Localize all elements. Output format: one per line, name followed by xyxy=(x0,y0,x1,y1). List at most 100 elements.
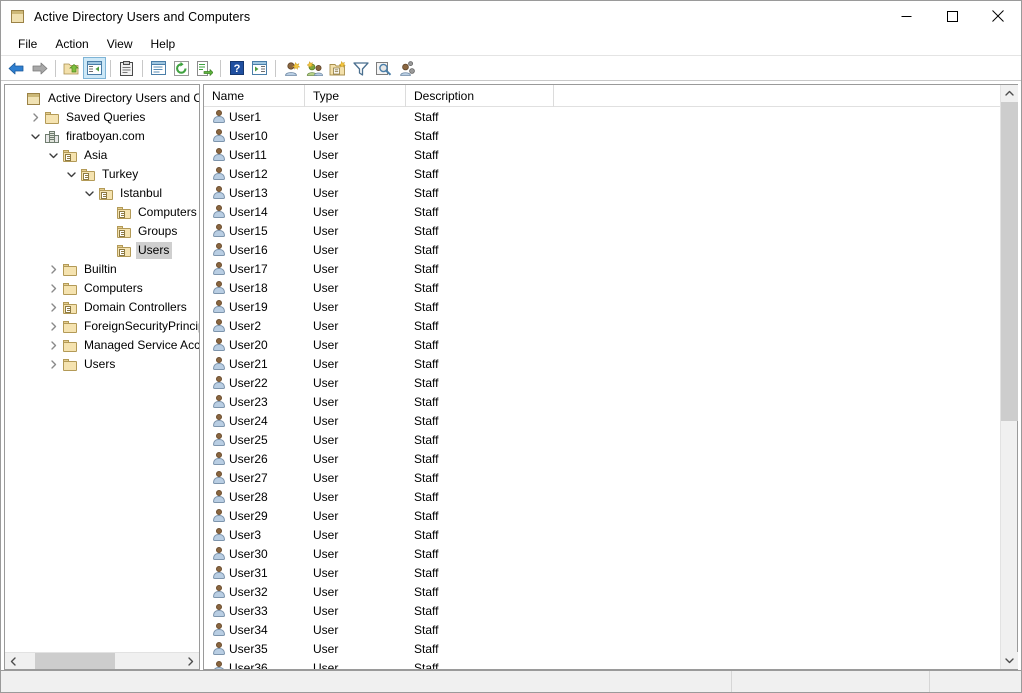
expander-collapsed-icon[interactable] xyxy=(45,262,61,278)
expander-collapsed-icon[interactable] xyxy=(45,281,61,297)
list-row[interactable]: User26 User Staff xyxy=(204,449,1000,468)
show-hide-action-pane-icon[interactable] xyxy=(248,57,271,79)
tree-node-firatboyan-com[interactable]: firatboyan.com xyxy=(5,127,199,146)
tree-node-computers[interactable]: Computers xyxy=(5,279,199,298)
scroll-up-arrow[interactable] xyxy=(1001,85,1018,102)
menu-view[interactable]: View xyxy=(98,34,142,54)
list-row[interactable]: User24 User Staff xyxy=(204,411,1000,430)
properties-clipboard-icon[interactable] xyxy=(115,57,138,79)
folder-icon xyxy=(62,357,78,373)
tree-node-turkey[interactable]: Turkey xyxy=(5,165,199,184)
list-row[interactable]: User2 User Staff xyxy=(204,316,1000,335)
expander-collapsed-icon[interactable] xyxy=(45,319,61,335)
list-row[interactable]: User13 User Staff xyxy=(204,183,1000,202)
find-icon[interactable] xyxy=(372,57,395,79)
window-title: Active Directory Users and Computers xyxy=(34,9,251,24)
list-row[interactable]: User15 User Staff xyxy=(204,221,1000,240)
list-row[interactable]: User11 User Staff xyxy=(204,145,1000,164)
list-row[interactable]: User14 User Staff xyxy=(204,202,1000,221)
maximize-button[interactable] xyxy=(929,1,975,31)
list-row[interactable]: User29 User Staff xyxy=(204,506,1000,525)
cell-type: User xyxy=(313,489,339,504)
expander-collapsed-icon[interactable] xyxy=(45,338,61,354)
expander-expanded-icon[interactable] xyxy=(81,186,97,202)
tree-node-saved-queries[interactable]: Saved Queries xyxy=(5,108,199,127)
back-icon[interactable] xyxy=(5,57,28,79)
expander-collapsed-icon[interactable] xyxy=(27,110,43,126)
list-row[interactable]: User10 User Staff xyxy=(204,126,1000,145)
list-row[interactable]: User31 User Staff xyxy=(204,563,1000,582)
properties-icon[interactable] xyxy=(147,57,170,79)
list-row[interactable]: User28 User Staff xyxy=(204,487,1000,506)
list-row[interactable]: User22 User Staff xyxy=(204,373,1000,392)
list-row[interactable]: User30 User Staff xyxy=(204,544,1000,563)
expander-expanded-icon[interactable] xyxy=(63,167,79,183)
refresh-icon[interactable] xyxy=(170,57,193,79)
list-row[interactable]: User21 User Staff xyxy=(204,354,1000,373)
tree-node-foreignsecurityprincipals[interactable]: ForeignSecurityPrincipals xyxy=(5,317,199,336)
list-row[interactable]: User23 User Staff xyxy=(204,392,1000,411)
column-header-description[interactable]: Description xyxy=(406,85,554,107)
tree-node-builtin[interactable]: Builtin xyxy=(5,260,199,279)
tree-node-groups[interactable]: Groups xyxy=(5,222,199,241)
menu-file[interactable]: File xyxy=(9,34,46,54)
tree-hscroll-thumb[interactable] xyxy=(34,653,115,669)
new-group-icon[interactable] xyxy=(303,57,326,79)
new-user-icon[interactable] xyxy=(280,57,303,79)
show-hide-console-tree-icon[interactable] xyxy=(83,57,106,79)
scroll-down-arrow[interactable] xyxy=(1001,652,1018,669)
expander-expanded-icon[interactable] xyxy=(27,129,43,145)
tree-node-label: Users xyxy=(136,242,173,259)
tree-node-computers[interactable]: Computers xyxy=(5,203,199,222)
user-icon xyxy=(212,223,226,238)
up-one-level-icon[interactable] xyxy=(60,57,83,79)
tree-node-active-directory-users-and-com[interactable]: Active Directory Users and Com xyxy=(5,89,199,108)
list-row[interactable]: User18 User Staff xyxy=(204,278,1000,297)
tree-horizontal-scrollbar[interactable] xyxy=(5,652,199,669)
user-icon xyxy=(212,660,226,669)
forward-icon[interactable] xyxy=(28,57,51,79)
list-row[interactable]: User33 User Staff xyxy=(204,601,1000,620)
new-organizational-unit-icon[interactable] xyxy=(326,57,349,79)
list-row[interactable]: User20 User Staff xyxy=(204,335,1000,354)
tree-hscroll-track[interactable] xyxy=(22,653,182,669)
tree-node-users[interactable]: Users xyxy=(5,355,199,374)
manage-objects-icon[interactable] xyxy=(395,57,418,79)
scroll-left-arrow[interactable] xyxy=(5,653,22,669)
list-vscroll-thumb[interactable] xyxy=(1001,102,1018,421)
list-row[interactable]: User25 User Staff xyxy=(204,430,1000,449)
list-row[interactable]: User34 User Staff xyxy=(204,620,1000,639)
tree-node-domain-controllers[interactable]: Domain Controllers xyxy=(5,298,199,317)
row-name-text: User19 xyxy=(229,299,268,314)
expander-collapsed-icon[interactable] xyxy=(45,300,61,316)
list-row[interactable]: User27 User Staff xyxy=(204,468,1000,487)
menu-action[interactable]: Action xyxy=(46,34,97,54)
expander-collapsed-icon[interactable] xyxy=(45,357,61,373)
menu-help[interactable]: Help xyxy=(142,34,185,54)
tree-node-users[interactable]: Users xyxy=(5,241,199,260)
list-row[interactable]: User35 User Staff xyxy=(204,639,1000,658)
list-row[interactable]: User1 User Staff xyxy=(204,107,1000,126)
list-row[interactable]: User12 User Staff xyxy=(204,164,1000,183)
tree-node-istanbul[interactable]: Istanbul xyxy=(5,184,199,203)
close-button[interactable] xyxy=(975,1,1021,31)
column-header-name[interactable]: Name xyxy=(204,85,305,107)
tree-node-managed-service-accounts[interactable]: Managed Service Accounts xyxy=(5,336,199,355)
list-vscroll-track[interactable] xyxy=(1001,102,1018,652)
filter-icon[interactable] xyxy=(349,57,372,79)
list-row[interactable]: User32 User Staff xyxy=(204,582,1000,601)
list-row[interactable]: User36 User Staff xyxy=(204,658,1000,669)
minimize-button[interactable] xyxy=(883,1,929,31)
tree-node-asia[interactable]: Asia xyxy=(5,146,199,165)
column-header-type[interactable]: Type xyxy=(305,85,406,107)
scroll-right-arrow[interactable] xyxy=(182,653,199,669)
help-icon[interactable]: ? xyxy=(225,57,248,79)
list-row[interactable]: User3 User Staff xyxy=(204,525,1000,544)
export-list-icon[interactable] xyxy=(193,57,216,79)
list-row[interactable]: User17 User Staff xyxy=(204,259,1000,278)
list-vertical-scrollbar[interactable] xyxy=(1000,85,1018,669)
list-row[interactable]: User19 User Staff xyxy=(204,297,1000,316)
user-icon xyxy=(212,280,226,295)
expander-expanded-icon[interactable] xyxy=(45,148,61,164)
list-row[interactable]: User16 User Staff xyxy=(204,240,1000,259)
